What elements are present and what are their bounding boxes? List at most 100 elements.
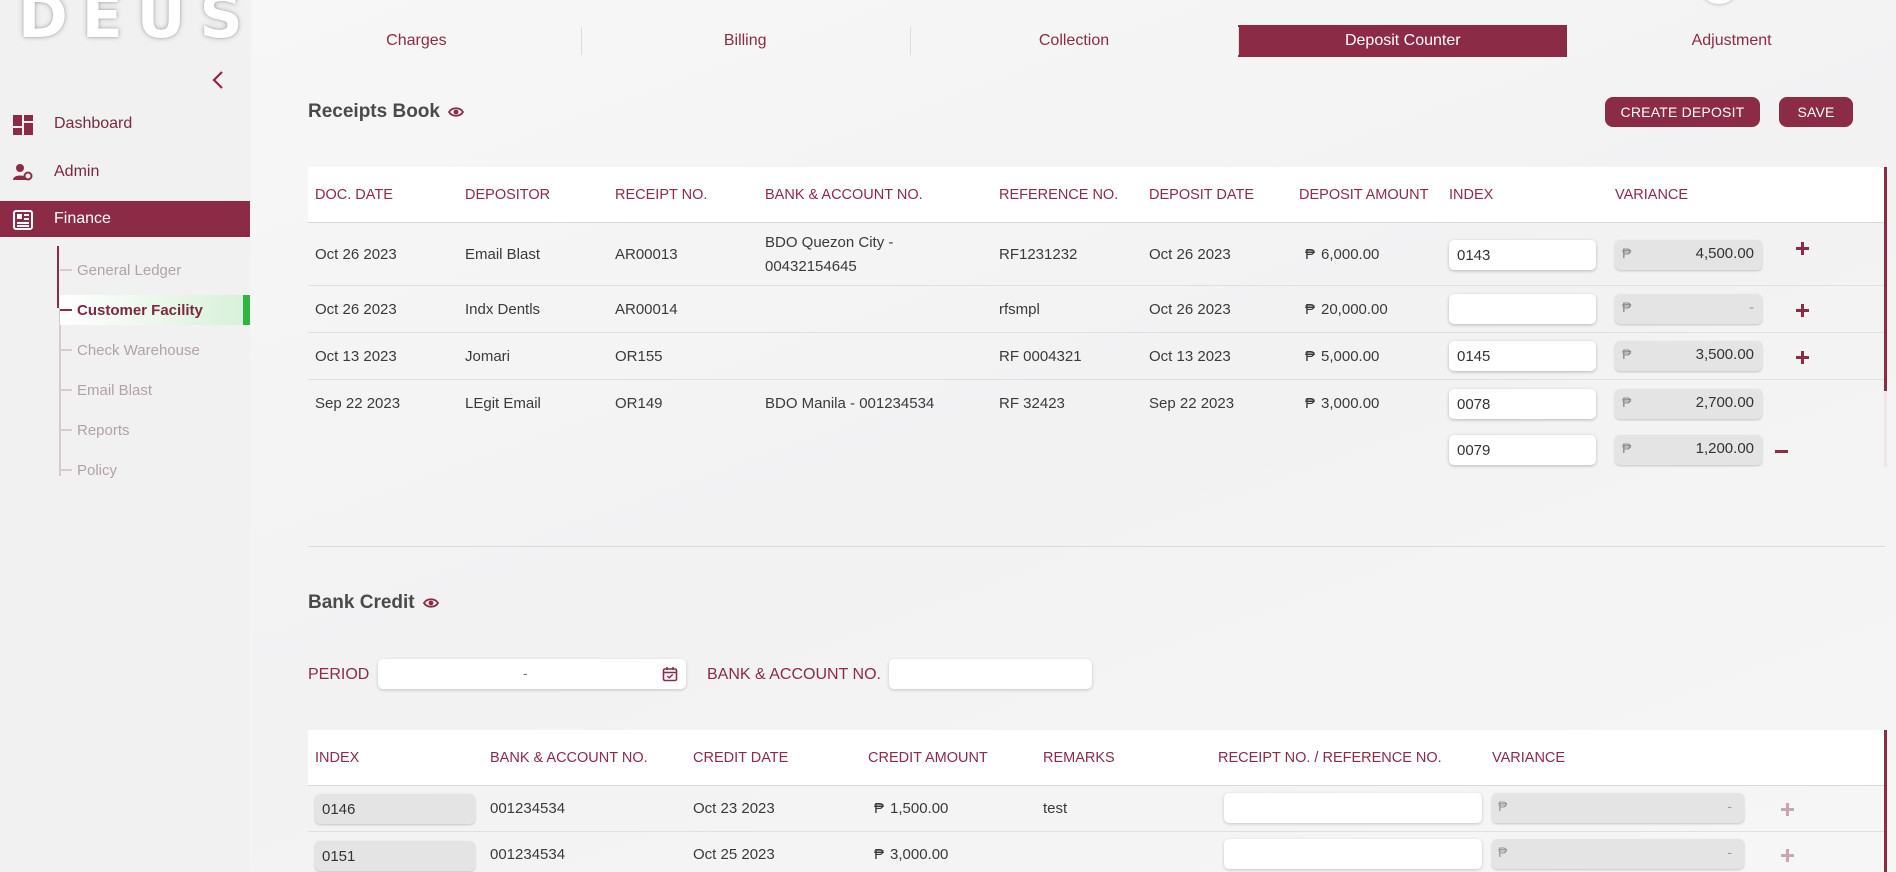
period-date-range-input[interactable]: - xyxy=(378,659,686,689)
collapse-sidebar-button[interactable] xyxy=(206,68,230,92)
table-row[interactable]: Oct 26 2023 Indx Dentls AR00014 rfsmpl O… xyxy=(308,286,1886,333)
save-button[interactable]: SAVE xyxy=(1779,97,1853,127)
sidebar-subitem-customer-facility[interactable]: Customer Facility xyxy=(60,295,250,325)
deposit-date: Oct 13 2023 xyxy=(1149,348,1231,365)
index-input[interactable]: 0079 xyxy=(1449,435,1596,465)
subitem-label: Policy xyxy=(77,461,118,479)
deposit-date: Sep 22 2023 xyxy=(1149,395,1235,412)
sidebar-subitem-general-ledger[interactable]: General Ledger xyxy=(60,255,250,285)
currency-symbol: ₱ xyxy=(1305,395,1316,412)
doc-date: Oct 26 2023 xyxy=(315,301,397,318)
tab-deposit-counter[interactable]: Deposit Counter xyxy=(1238,25,1568,57)
currency-symbol: ₱ xyxy=(1498,798,1508,814)
tab-charges[interactable]: Charges xyxy=(252,25,581,57)
admin-icon xyxy=(13,164,33,181)
column-header: RECEIPT NO. xyxy=(615,187,708,203)
variance-field: ₱ - xyxy=(1615,294,1762,324)
subnav-tick xyxy=(60,469,72,471)
currency-symbol: ₱ xyxy=(1498,844,1508,860)
bank-account: BDO Manila - 001234534 xyxy=(765,395,935,412)
deposit-amount: 6,000.00 xyxy=(1321,246,1380,263)
table-row[interactable]: Oct 26 2023 Email Blast AR00013 BDO Quez… xyxy=(308,223,1886,286)
deposit-date: Oct 26 2023 xyxy=(1149,246,1231,263)
depositor: Indx Dentls xyxy=(465,301,541,318)
period-value: - xyxy=(523,665,528,681)
remove-split-icon[interactable] xyxy=(1773,443,1789,459)
receipt-no: AR00014 xyxy=(615,301,678,318)
sidebar-subitem-reports[interactable]: Reports xyxy=(60,415,250,445)
currency-symbol: ₱ xyxy=(1622,440,1632,456)
variance-field: ₱ 4,500.00 xyxy=(1615,240,1762,270)
variance-value: - xyxy=(1727,844,1732,860)
index-input[interactable]: 0078 xyxy=(1449,389,1596,419)
credit-date: Oct 23 2023 xyxy=(693,800,775,817)
bank-credit-scrollbar-thumb[interactable] xyxy=(1884,730,1887,872)
variance-value: - xyxy=(1727,798,1732,814)
currency-symbol: ₱ xyxy=(1305,246,1316,263)
tab-collection[interactable]: Collection xyxy=(909,25,1239,57)
variance-field: ₱ 3,500.00 xyxy=(1615,341,1762,371)
subnav-tick xyxy=(60,429,72,431)
eye-icon[interactable] xyxy=(447,104,464,120)
subitem-label: Customer Facility xyxy=(77,301,203,319)
period-label: PERIOD xyxy=(308,666,370,683)
bank-credit-table-header: INDEX BANK & ACCOUNT NO. CREDIT DATE CRE… xyxy=(308,730,1886,786)
table-row[interactable]: 0146 001234534 Oct 23 2023 ₱ 1,500.00 te… xyxy=(308,786,1886,832)
app-logo: DEUS xyxy=(18,0,257,52)
variance-field: ₱ - xyxy=(1492,839,1744,869)
reference-no: RF 0004321 xyxy=(999,348,1082,365)
user-avatar-button[interactable] xyxy=(1699,0,1739,4)
bank-credit-title: Bank Credit xyxy=(308,592,439,614)
table-row[interactable]: 0151 001234534 Oct 25 2023 ₱ 3,000.00 ₱ … xyxy=(308,832,1886,872)
receipts-table-header: DOC. DATE DEPOSITOR RECEIPT NO. BANK & A… xyxy=(308,167,1886,223)
calendar-icon[interactable] xyxy=(662,666,678,682)
add-split-icon[interactable] xyxy=(1794,302,1810,318)
currency-symbol: ₱ xyxy=(1305,301,1316,318)
sidebar-subitem-email-blast[interactable]: Email Blast xyxy=(60,375,250,405)
reference-no: RF 32423 xyxy=(999,395,1065,412)
add-split-icon[interactable] xyxy=(1794,240,1810,256)
receipts-scrollbar-thumb[interactable] xyxy=(1884,167,1887,391)
receipt-reference-input[interactable] xyxy=(1224,839,1482,869)
column-header: INDEX xyxy=(315,750,360,766)
currency-symbol: ₱ xyxy=(874,800,885,817)
bank-account-filter-label: BANK & ACCOUNT NO. xyxy=(707,666,881,683)
chevron-left-icon xyxy=(212,71,223,89)
table-row[interactable]: Sep 22 2023 LEgit Email OR149 BDO Manila… xyxy=(308,380,1886,474)
sidebar-subitem-policy[interactable]: Policy xyxy=(60,455,250,485)
credit-amount: 3,000.00 xyxy=(890,846,949,863)
currency-symbol: ₱ xyxy=(1622,245,1632,261)
deposit-date: Oct 26 2023 xyxy=(1149,301,1231,318)
subnav-connector xyxy=(57,246,59,308)
subnav-tick xyxy=(60,389,72,391)
column-header: VARIANCE xyxy=(1492,750,1566,766)
depositor: Email Blast xyxy=(465,246,541,263)
sidebar-item-admin[interactable]: Admin xyxy=(0,154,250,190)
variance-value: - xyxy=(1749,299,1754,316)
add-match-icon[interactable] xyxy=(1779,847,1795,863)
receipt-reference-input[interactable] xyxy=(1224,793,1482,823)
sidebar-item-dashboard[interactable]: Dashboard xyxy=(0,106,250,142)
index-input[interactable]: 0145 xyxy=(1449,341,1596,371)
currency-symbol: ₱ xyxy=(1622,299,1632,315)
index-input[interactable]: 0143 xyxy=(1449,240,1596,270)
bank-account: 001234534 xyxy=(490,800,566,817)
variance-field: ₱ 1,200.00 xyxy=(1615,435,1762,465)
index-value: 0151 xyxy=(315,841,475,871)
sidebar-item-finance[interactable]: Finance xyxy=(0,201,250,237)
tab-adjustment[interactable]: Adjustment xyxy=(1567,25,1896,57)
currency-symbol: ₱ xyxy=(1305,348,1316,365)
add-split-icon[interactable] xyxy=(1794,349,1810,365)
tab-billing[interactable]: Billing xyxy=(580,25,910,57)
subitem-label: General Ledger xyxy=(77,261,182,279)
column-header: REFERENCE NO. xyxy=(999,187,1119,203)
subnav-tick xyxy=(60,269,72,271)
bank-account-filter-input[interactable] xyxy=(889,659,1092,689)
eye-icon[interactable] xyxy=(422,595,439,611)
create-deposit-button[interactable]: CREATE DEPOSIT xyxy=(1605,97,1760,127)
column-header: DOC. DATE xyxy=(315,187,393,203)
index-input[interactable] xyxy=(1449,294,1596,324)
add-match-icon[interactable] xyxy=(1779,801,1795,817)
sidebar-subitem-check-warehouse[interactable]: Check Warehouse xyxy=(60,335,250,365)
table-row[interactable]: Oct 13 2023 Jomari OR155 RF 0004321 Oct … xyxy=(308,333,1886,380)
